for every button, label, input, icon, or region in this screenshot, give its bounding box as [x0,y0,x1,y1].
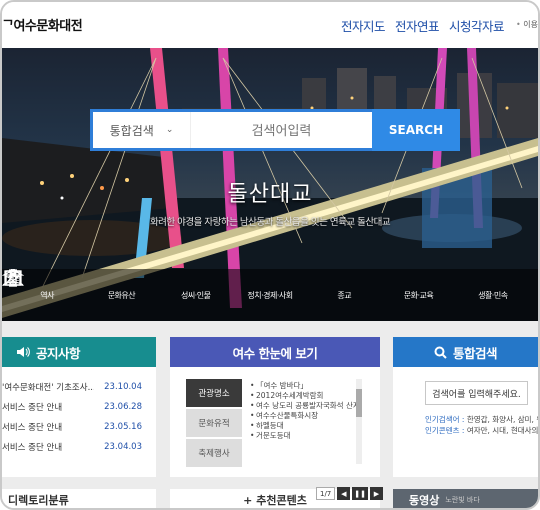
category-bar: 역사 문화유산 성씨·인물 정치·경제·사회 종교 E 문화·교육 생활·민속 [2,269,538,321]
top-nav: 전자지도 전자연표 시청각자료 [341,16,505,35]
nav-electronic-timeline[interactable]: 전자연표 [395,16,440,35]
hero-title: 돌산대교 [227,182,313,207]
main-content: 공지사항 '여수문화대전' 기초조사... 23.10.04 서비스 중단 안내 2… [2,321,538,508]
notice-date: 23.06.28 [104,402,142,412]
popular-label: 인기검색어 : [425,415,465,424]
notice-text: '여수문화대전' 기초조사... [2,383,94,393]
list-item[interactable]: 서비스 중단 안내 23.06.28 [2,397,156,417]
tab-tourist-spots[interactable]: 관광명소 [186,379,242,407]
tab-festivals[interactable]: 축제행사 [186,439,242,467]
search-button[interactable]: SEARCH [93,109,460,151]
notice-panel: 공지사항 '여수문화대전' 기초조사... 23.10.04 서비스 중단 안내 2… [2,337,156,477]
next-icon[interactable]: ▶ [370,487,383,500]
list-item[interactable]: 여수수산물특화시장 [250,411,360,421]
list-item[interactable]: 서비스 중단 안내 23.05.16 [2,417,156,437]
glance-tabs: 관광명소 문화유적 축제행사 [186,379,242,469]
glance-list: 「여수 밤바다」 2012여수세계박람회 여수 낭도리 공룡발자국화석 산지 여… [250,381,360,441]
site-logo[interactable]: ᄀ여수문화대전 [2,15,83,34]
category-politics-economy-society[interactable]: 정치·경제·사회 [4,269,303,321]
category-label: 문화·교육 [403,290,434,300]
prev-icon[interactable]: ◀ [337,487,351,500]
notice-date: 23.05.16 [104,422,142,432]
page-indicator: 1/7 [316,487,336,500]
popular-values[interactable]: 한영갑, 화양사, 삼미, 위봉 [467,415,538,424]
list-item[interactable]: 거문도등대 [250,431,360,441]
integrated-search-panel: 통합검색 검색어를 입력해주세요. 인기검색어 : 한영갑, 화양사, 삼미, … [393,337,538,477]
browser-frame: ᄀ여수문화대전 전자지도 전자연표 시청각자료 • 이용 통합검색 ⌄ 검색어입… [0,0,540,510]
search-icon [434,346,447,359]
speaker-icon [17,347,30,357]
util-link[interactable]: • 이용 [516,19,538,30]
search-icon [93,112,106,125]
recommended-pager: 1/7 ◀ ❚❚ ▶ [316,487,383,500]
notice-text: 서비스 중단 안내 [2,443,63,453]
hero-banner: 통합검색 ⌄ SEARCH 돌산대교 화려한 야경을 자랑하는 남산동과 돌산읍… [2,48,538,321]
list-item[interactable]: 「여수 밤바다」 [250,381,360,391]
notice-text: 서비스 중단 안내 [2,423,63,433]
list-item[interactable]: 여수 낭도리 공룡발자국화석 산지 [250,401,360,411]
chevron-down-icon: ⌄ [165,125,174,135]
house-icon [5,270,21,286]
list-item[interactable]: 2012여수세계박람회 [250,391,360,401]
hero-subtitle: 화려한 야경을 자랑하는 남산동과 돌산읍을 잇는 연륙교 돌산대교 [149,217,391,228]
popular-content-values[interactable]: 여자만, 시대, 현대사의, 전라, 굴전, 골프드 LC화학 여수공장 [467,426,538,435]
video-subtitle: 노란빛 바다 [445,496,480,504]
util-label: 이용 [523,20,538,29]
category-life-folklore[interactable]: 생활·민속 [5,269,526,321]
pause-icon[interactable]: ❚❚ [352,487,368,500]
category-label: 성씨·인물 [180,290,211,300]
search-scope-label: 통합검색 [109,123,154,138]
category-people[interactable]: 성씨·인물 [2,269,229,321]
category-label: 정치·경제·사회 [247,290,293,300]
directory-header[interactable]: 디렉토리분류 [2,489,156,508]
nav-electronic-map[interactable]: 전자지도 [341,16,386,35]
integrated-search-title: 통합검색 [452,345,498,361]
integrated-search-header: 통합검색 [393,337,538,367]
category-label: 생활·민속 [478,290,508,300]
category-label: 역사 [40,290,54,300]
tab-cultural-relics[interactable]: 문화유적 [186,409,242,437]
notice-date: 23.04.03 [104,442,142,452]
scroll-thumb[interactable] [356,389,362,417]
popular-content-label: 인기콘텐츠 : [425,426,465,435]
glance-title: 여수 한눈에 보기 [170,337,380,367]
list-item[interactable]: 서비스 중단 안내 23.04.03 [2,437,156,457]
directory-title: 디렉토리분류 [8,494,69,507]
integrated-search-input[interactable]: 검색어를 입력해주세요. [425,381,528,405]
search-scope-select[interactable]: 통합검색 ⌄ [93,112,191,148]
popular-keywords: 인기검색어 : 한영갑, 화양사, 삼미, 위봉 인기콘텐츠 : 여자만, 시대… [425,414,538,436]
notice-text: 서비스 중단 안내 [2,403,63,413]
list-item[interactable]: 하멜등대 [250,421,360,431]
category-heritage[interactable]: 문화유산 [2,269,154,321]
nav-audiovisual[interactable]: 시청각자료 [449,16,505,35]
category-label: 문화유산 [107,290,136,300]
video-header[interactable]: 동영상 노란빛 바다 [393,489,538,508]
glance-panel: 여수 한눈에 보기 관광명소 문화유적 축제행사 「여수 밤바다」 2012여수… [170,337,380,477]
recommended-title: + 추천콘텐츠 [243,494,307,507]
category-label: 종교 [337,290,352,300]
site-header: ᄀ여수문화대전 전자지도 전자연표 시청각자료 • 이용 [2,2,538,48]
search-input[interactable] [191,112,372,148]
category-culture-education[interactable]: E 문화·교육 [4,269,452,321]
category-religion[interactable]: 종교 [9,269,377,321]
notice-title: 공지사항 [36,345,81,361]
glance-scrollbar[interactable] [356,379,362,464]
notice-date: 23.10.04 [104,382,142,392]
notice-list: '여수문화대전' 기초조사... 23.10.04 서비스 중단 안내 23.06.… [2,367,156,457]
category-history[interactable]: 역사 [9,269,80,321]
main-search-box: 통합검색 ⌄ SEARCH [90,109,460,151]
search-button-label: SEARCH [388,123,444,137]
notice-header[interactable]: 공지사항 [2,337,156,367]
list-item[interactable]: '여수문화대전' 기초조사... 23.10.04 [2,377,156,397]
video-title: 동영상 [409,494,440,507]
